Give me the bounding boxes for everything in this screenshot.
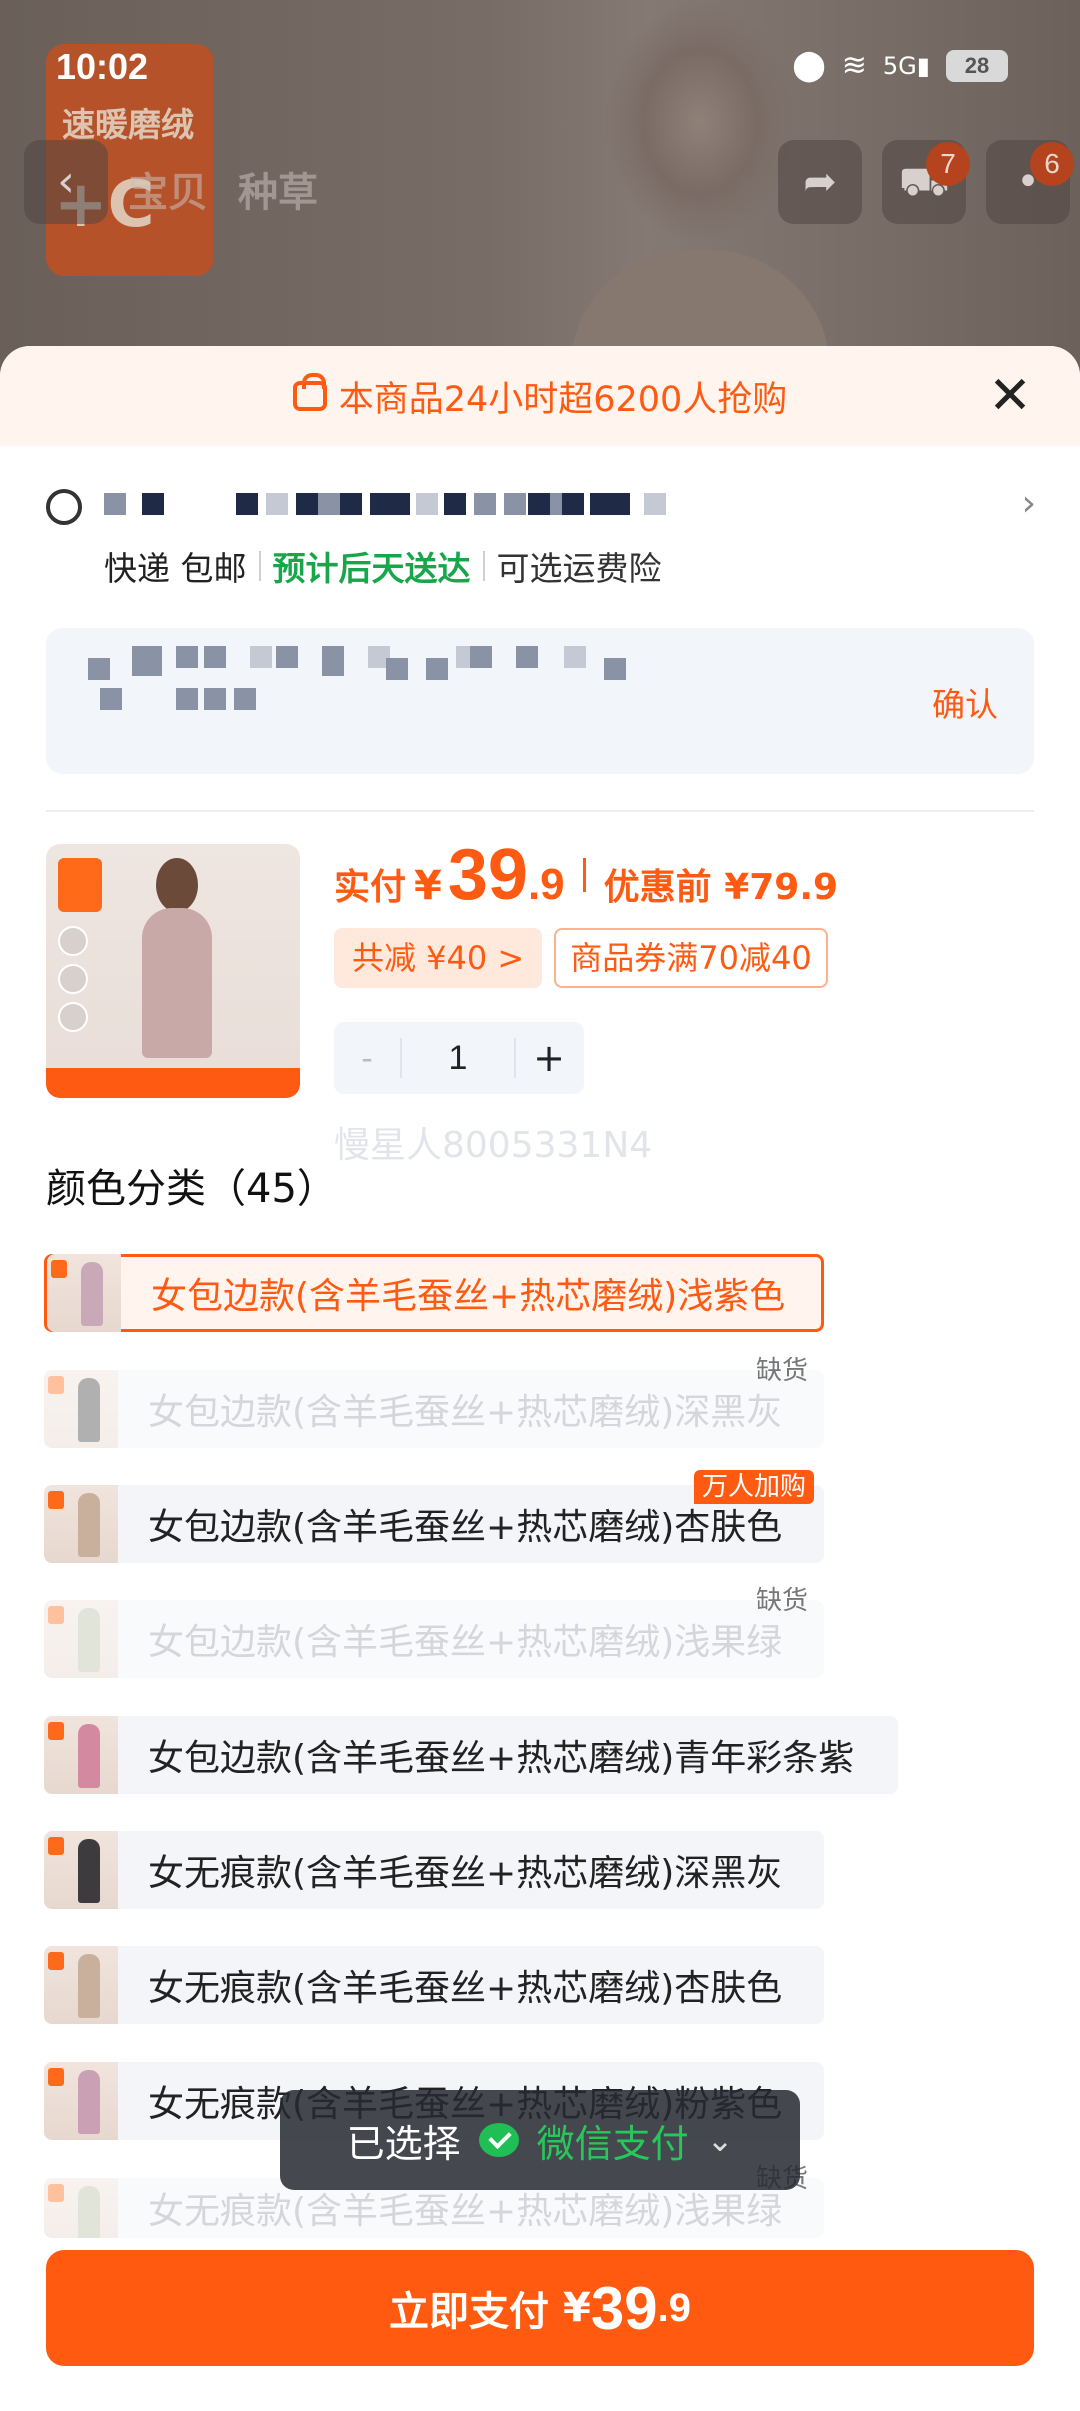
cart-button[interactable]: ⛟ 7: [882, 140, 970, 224]
address-confirm-button[interactable]: 确认: [932, 678, 998, 726]
shopping-bag-icon: [292, 373, 327, 411]
share-button[interactable]: ➦: [778, 140, 862, 224]
product-tabs: 宝贝 种草: [128, 160, 318, 218]
hot-sale-banner: 本商品24小时超6200人抢购 ✕: [0, 346, 1080, 446]
model-body: [142, 908, 212, 1058]
delivery-eta: 预计后天送达: [272, 549, 471, 588]
wechat-pay-icon: [478, 2123, 519, 2157]
status-icons: ⬤ ≋ 5G▮ 28: [792, 48, 1008, 83]
out-of-stock-tag: 缺货: [756, 1586, 809, 1616]
price-label: 实付: [334, 867, 407, 908]
close-button[interactable]: ✕: [984, 370, 1036, 422]
quantity-input[interactable]: 1: [400, 1038, 516, 1078]
variant-label: 女无痕款(含羊毛蚕丝+热芯磨绒)杏肤色: [148, 1968, 783, 2009]
total-discount-button[interactable]: 共减 ¥40 >: [334, 928, 543, 988]
variant-label: 女无痕款(含羊毛蚕丝+热芯磨绒)深黑灰: [148, 1853, 783, 1894]
variant-label: 女包边款(含羊毛蚕丝+热芯磨绒)浅紫色: [151, 1276, 786, 1317]
pay-now-currency: ¥: [563, 2285, 591, 2331]
location-pin-icon: [46, 489, 82, 525]
address-confirm-box[interactable]: 确认: [46, 628, 1034, 774]
variant-thumbnail: [44, 1831, 118, 1909]
status-bar: 10:02 ⬤ ≋ 5G▮ 28: [0, 0, 1080, 132]
signal-icon: 5G▮: [882, 51, 930, 80]
wifi-icon: ≋: [841, 48, 867, 83]
variant-label: 女包边款(含羊毛蚕丝+热芯磨绒)浅果绿: [148, 1622, 783, 1663]
thumbnail-footer: [46, 1068, 300, 1098]
variant-thumbnail: [44, 2062, 118, 2140]
payment-method-name: 微信支付: [536, 2121, 689, 2166]
warm-tag: [58, 858, 102, 912]
out-of-stock-tag: 缺货: [756, 1356, 809, 1386]
pay-now-decimal: .9: [657, 2285, 691, 2330]
quantity-stepper: - 1 +: [334, 1022, 584, 1094]
variant-label: 女包边款(含羊毛蚕丝+热芯磨绒)深黑灰: [148, 1392, 783, 1433]
variant-thumbnail: [44, 2178, 118, 2238]
variant-thumbnail: [44, 1716, 118, 1794]
variant-option[interactable]: 女包边款(含羊毛蚕丝+热芯磨绒)浅果绿: [44, 1600, 824, 1678]
header-actions: ➦ ⛟ 7 • 6: [778, 140, 1074, 224]
address-redacted: [104, 489, 1004, 519]
chevron-right-icon: ›: [1021, 483, 1036, 524]
voucher-badge[interactable]: 商品券满70减40: [554, 928, 828, 988]
shipping-insurance[interactable]: 可选运费险: [497, 542, 662, 590]
popular-tag: 万人加购: [694, 1470, 815, 1504]
variant-thumbnail: [44, 1485, 118, 1563]
payment-method-selector[interactable]: 已选择 微信支付 ⌄: [280, 2090, 800, 2190]
location-icon: ⬤: [792, 48, 826, 83]
variant-option[interactable]: 女包边款(含羊毛蚕丝+热芯磨绒)深黑灰: [44, 1370, 824, 1448]
delivery-address-row[interactable]: ›: [46, 481, 1036, 527]
tab-item[interactable]: 宝贝: [128, 160, 208, 218]
more-button[interactable]: • 6: [986, 140, 1074, 224]
chevron-down-icon: ⌄: [706, 2121, 734, 2159]
color-category-title: 颜色分类（45）: [46, 1166, 337, 1212]
watermark: 慢星人8005331N4: [334, 1125, 653, 1166]
battery-icon: 28: [946, 49, 1008, 82]
variant-label: 女包边款(含羊毛蚕丝+热芯磨绒)青年彩条紫: [148, 1738, 855, 1779]
share-icon: ➦: [803, 159, 837, 205]
product-thumbnail[interactable]: [46, 844, 300, 1098]
app-root: 速暖磨绒 +C 10:02 ⬤ ≋ 5G▮ 28 ‹ 宝贝 种草 ➦ ⛟ 7 •…: [0, 0, 1080, 2411]
pay-now-integer: 39: [590, 2274, 658, 2342]
shipping-info: 快递 包邮 预计后天送达 可选运费险: [104, 542, 662, 590]
tab-grass[interactable]: 种草: [238, 160, 318, 218]
variant-thumbnail: [47, 1254, 121, 1332]
price-integer: 39: [447, 835, 528, 915]
status-time: 10:02: [56, 46, 149, 87]
variant-thumbnail: [44, 1600, 118, 1678]
pay-now-button[interactable]: 立即支付 ¥ 39 .9: [46, 2250, 1034, 2366]
cart-badge: 7: [926, 142, 970, 186]
price-row: 实付 ¥ 39 .9 优惠前 ¥79.9: [334, 834, 838, 916]
shipping-method: 快递 包邮: [104, 549, 247, 588]
divider: [258, 551, 261, 581]
divider: [482, 551, 485, 581]
section-divider: [46, 810, 1034, 812]
variant-option[interactable]: 女包边款(含羊毛蚕丝+热芯磨绒)青年彩条紫: [44, 1716, 898, 1794]
price-decimal: .9: [527, 860, 565, 909]
back-button[interactable]: ‹: [24, 140, 108, 224]
decrease-button[interactable]: -: [334, 1039, 400, 1077]
hot-sale-text: 本商品24小时超6200人抢购: [338, 379, 788, 420]
variant-option[interactable]: 女无痕款(含羊毛蚕丝+热芯磨绒)杏肤色: [44, 1946, 824, 2024]
price-currency: ¥: [414, 863, 442, 909]
coupon-row: 共减 ¥40 > 商品券满70减40: [334, 928, 828, 988]
increase-button[interactable]: +: [516, 1036, 582, 1080]
more-badge: 6: [1030, 142, 1074, 186]
variant-label: 女包边款(含羊毛蚕丝+热芯磨绒)杏肤色: [148, 1507, 783, 1548]
close-icon: ✕: [988, 366, 1032, 426]
model-head: [156, 858, 198, 912]
pay-now-label: 立即支付: [389, 2289, 550, 2335]
variant-thumbnail: [44, 1946, 118, 2024]
price-divider: [582, 858, 586, 892]
variant-thumbnail: [44, 1370, 118, 1448]
original-price: 优惠前 ¥79.9: [603, 867, 839, 908]
chevron-left-icon: ‹: [57, 156, 75, 207]
payment-selected-label: 已选择: [346, 2121, 461, 2166]
variant-option[interactable]: 女包边款(含羊毛蚕丝+热芯磨绒)浅紫色: [44, 1254, 824, 1332]
variant-option[interactable]: 女无痕款(含羊毛蚕丝+热芯磨绒)深黑灰: [44, 1831, 824, 1909]
